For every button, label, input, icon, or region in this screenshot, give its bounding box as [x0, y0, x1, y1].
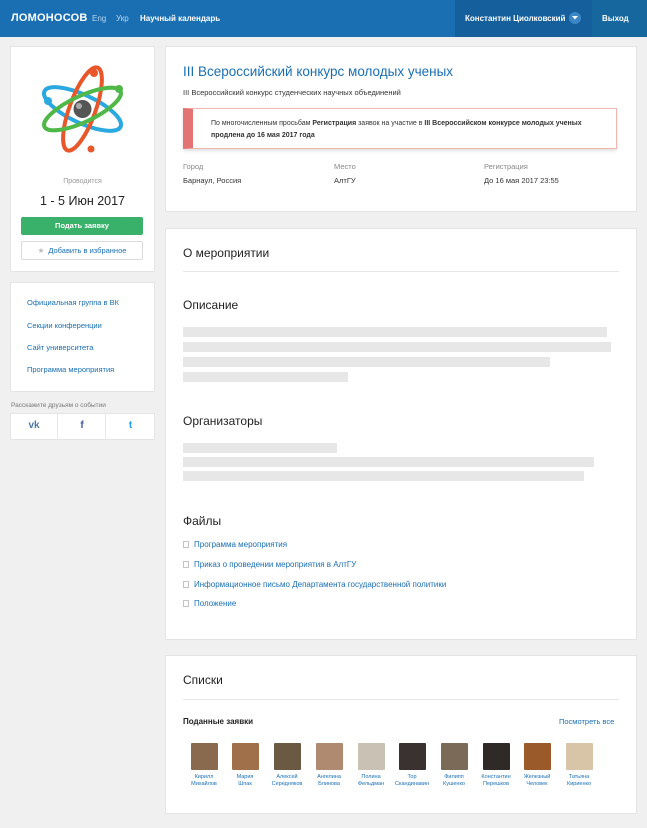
- about-title: О мероприятии: [183, 246, 270, 260]
- see-all-link[interactable]: Посмотреть все: [559, 717, 614, 726]
- avatar[interactable]: [524, 743, 551, 770]
- document-icon: [183, 541, 189, 548]
- document-icon: [183, 581, 189, 588]
- share-facebook-button[interactable]: f: [59, 414, 106, 439]
- language-eng-link[interactable]: Eng: [92, 14, 106, 23]
- organizers-placeholder-line: [183, 471, 584, 481]
- document-icon: [183, 600, 189, 607]
- description-placeholder-line: [183, 372, 348, 382]
- held-label: Проводится: [63, 178, 102, 185]
- file-link[interactable]: Положение: [183, 599, 236, 608]
- facebook-icon: f: [80, 420, 84, 431]
- document-icon: [183, 561, 189, 568]
- event-header-card: III Всероссийский конкурс молодых ученых…: [166, 47, 636, 211]
- event-title: III Всероссийский конкурс молодых ученых: [183, 64, 454, 79]
- avatar[interactable]: [191, 743, 218, 770]
- site-logo[interactable]: ЛОМОНОСОВ: [11, 12, 87, 24]
- description-placeholder-line: [183, 327, 607, 337]
- lists-card: Списки Поданные заявки Посмотреть все Ки…: [166, 656, 636, 813]
- file-link[interactable]: Приказ о проведении мероприятия в АлтГУ: [183, 560, 356, 569]
- place-label: Место: [334, 162, 356, 171]
- logout-button[interactable]: Выход: [592, 0, 647, 37]
- user-name[interactable]: Константин Циолковский: [465, 14, 565, 23]
- applicant-name[interactable]: Татьяна Кириенко: [553, 774, 605, 788]
- avatar[interactable]: [232, 743, 259, 770]
- organizers-title: Организаторы: [183, 414, 263, 428]
- nav-science-calendar-link[interactable]: Научный календарь: [140, 14, 220, 23]
- avatar[interactable]: [316, 743, 343, 770]
- top-navigation-bar: ЛОМОНОСОВ Eng Укр Научный календарь Конс…: [0, 0, 647, 37]
- divider: [183, 699, 619, 700]
- city-value: Барнаул, Россия: [183, 176, 242, 185]
- add-to-favorites-button[interactable]: ★ Добавить в избранное: [21, 241, 143, 260]
- organizers-placeholder-line: [183, 443, 337, 453]
- link-vk-group[interactable]: Официальная группа в ВК: [27, 298, 119, 307]
- vk-icon: vk: [28, 420, 40, 431]
- share-label: Расскажите друзьям о событии: [11, 402, 106, 409]
- twitter-icon: t: [128, 420, 133, 431]
- share-twitter-button[interactable]: t: [107, 414, 154, 439]
- avatar[interactable]: [358, 743, 385, 770]
- about-event-card: О мероприятии Описание Организаторы Файл…: [166, 229, 636, 639]
- star-icon: ★: [37, 246, 45, 255]
- description-placeholder-line: [183, 342, 611, 352]
- file-link[interactable]: Информационное письмо Департамента госуд…: [183, 580, 446, 589]
- submitted-applications-title: Поданные заявки: [183, 717, 254, 726]
- files-title: Файлы: [183, 514, 222, 528]
- atom-logo-icon: [41, 65, 124, 153]
- language-ukr-link[interactable]: Укр: [116, 14, 129, 23]
- registration-value: До 16 мая 2017 23:55: [484, 176, 559, 185]
- avatar[interactable]: [399, 743, 426, 770]
- share-vk-button[interactable]: vk: [11, 414, 58, 439]
- description-placeholder-line: [183, 357, 550, 367]
- link-university-site[interactable]: Сайт университета: [27, 343, 93, 352]
- link-conference-sections[interactable]: Секции конференции: [27, 321, 102, 330]
- avatar[interactable]: [441, 743, 468, 770]
- logout-label: Выход: [602, 14, 629, 23]
- apply-button[interactable]: Подать заявку: [21, 217, 143, 235]
- file-link[interactable]: Программа мероприятия: [183, 540, 287, 549]
- chevron-down-icon[interactable]: [569, 12, 581, 24]
- avatar[interactable]: [566, 743, 593, 770]
- link-event-program[interactable]: Программа мероприятия: [27, 365, 114, 374]
- divider: [183, 271, 619, 272]
- city-label: Город: [183, 162, 204, 171]
- event-summary-card: Проводится 1 - 5 Июн 2017 Подать заявку …: [11, 47, 154, 271]
- lists-title: Списки: [183, 673, 223, 687]
- registration-notice: По многочисленным просьбам Регистрация з…: [183, 108, 617, 149]
- avatar[interactable]: [274, 743, 301, 770]
- notice-text: По многочисленным просьбам Регистрация з…: [211, 120, 582, 139]
- event-date-range: 1 - 5 Июн 2017: [39, 194, 126, 208]
- add-to-favorites-label: Добавить в избранное: [48, 246, 127, 255]
- description-title: Описание: [183, 298, 239, 312]
- avatar[interactable]: [483, 743, 510, 770]
- place-value: АлтГУ: [334, 176, 356, 185]
- share-buttons: vk f t: [11, 414, 154, 439]
- event-links-card: Официальная группа в ВК Секции конференц…: [11, 283, 154, 391]
- event-subtitle: III Всероссийский конкурс студенческих н…: [183, 88, 401, 97]
- registration-label: Регистрация: [484, 162, 528, 171]
- organizers-placeholder-line: [183, 457, 594, 467]
- user-menu[interactable]: Константин Циолковский: [455, 0, 592, 37]
